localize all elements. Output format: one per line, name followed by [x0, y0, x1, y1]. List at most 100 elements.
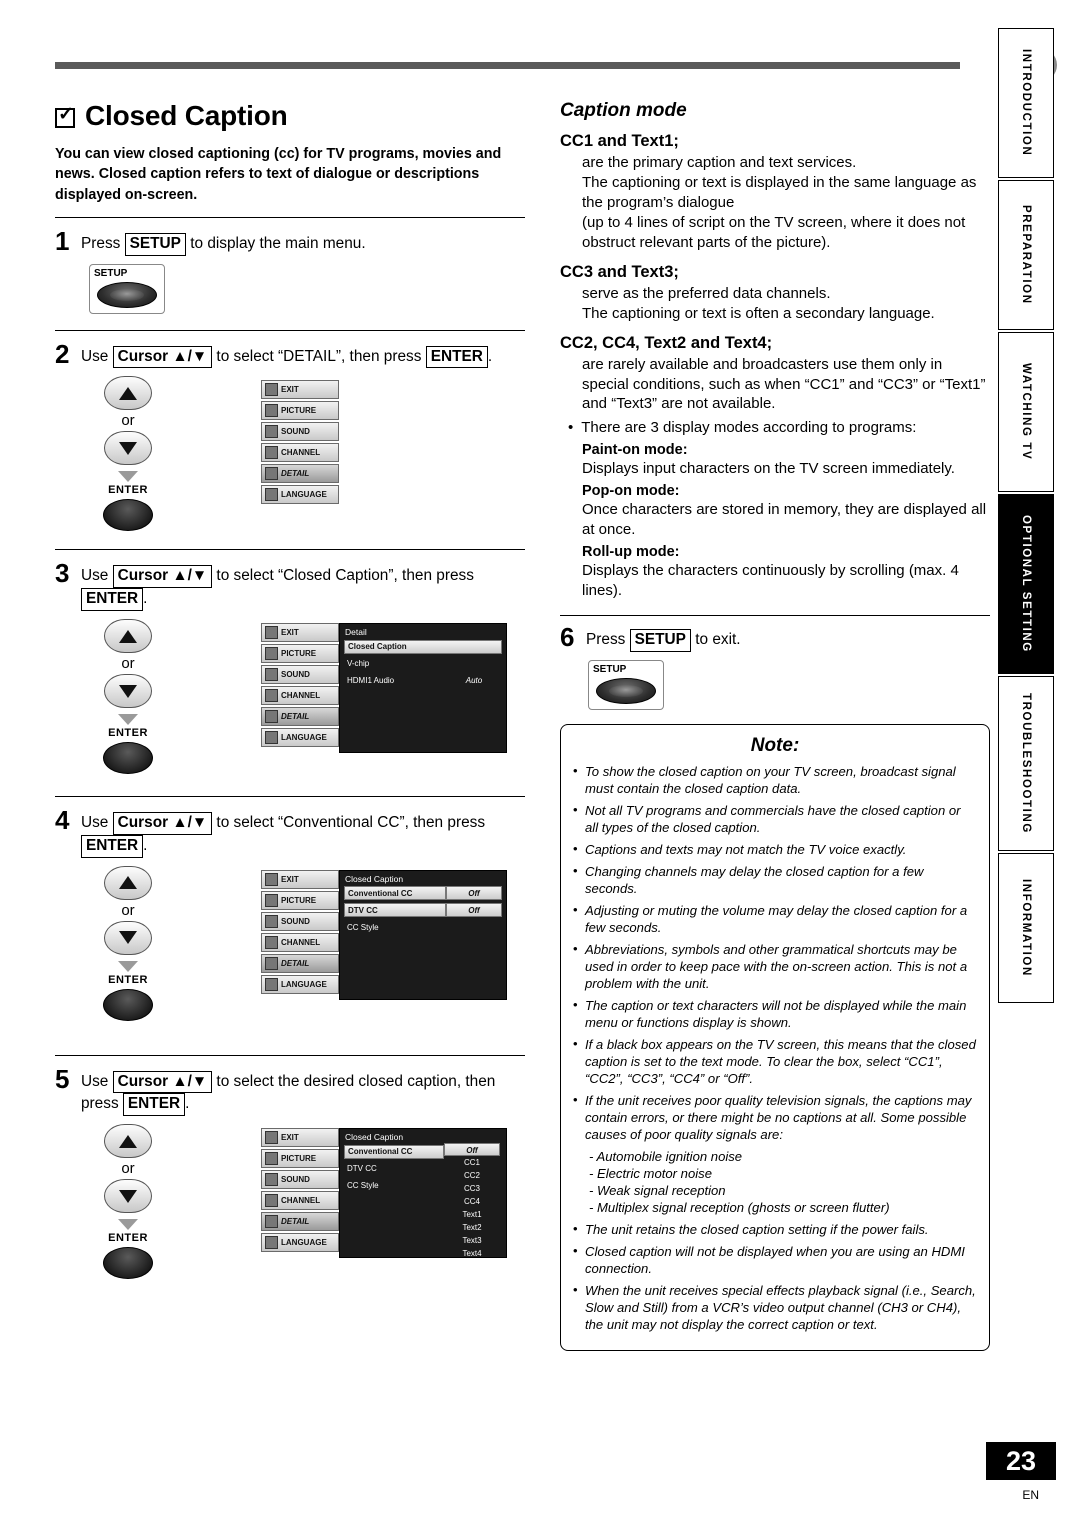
note-subitem: - Automobile ignition noise: [589, 1149, 743, 1165]
osd-option-cc4[interactable]: CC4: [444, 1195, 500, 1208]
sound-icon: [265, 1173, 278, 1187]
osd-panel-title: Closed Caption: [345, 1132, 404, 1143]
tab-preparation[interactable]: PREPARATION: [998, 180, 1054, 330]
osd-option-text3[interactable]: Text3: [444, 1234, 500, 1247]
detail-icon: [265, 1215, 278, 1229]
enter-button[interactable]: [103, 499, 153, 532]
osd-step4: EXIT PICTURE SOUND CHANNEL DETAIL LANGUA…: [261, 869, 507, 1021]
page-title: Closed Caption: [55, 100, 525, 132]
osd-row-dtv-cc[interactable]: DTV CC Off: [344, 903, 502, 918]
cursor-key-label: Cursor ▲/▼: [112, 565, 213, 589]
osd-menu-language[interactable]: LANGUAGE: [261, 1233, 339, 1253]
step-text-pre: Use: [81, 814, 113, 832]
osd-menu-picture[interactable]: PICTURE: [261, 401, 339, 421]
osd-row-vchip[interactable]: V-chip: [344, 656, 502, 671]
osd-menu-picture[interactable]: PICTURE: [261, 1149, 339, 1169]
osd-menu-exit[interactable]: EXIT: [261, 1128, 339, 1148]
cursor-cluster-step3: or ENTER: [91, 619, 165, 775]
setup-button-label: SETUP: [593, 663, 627, 675]
osd-menu-detail[interactable]: DETAIL: [261, 707, 339, 727]
tab-information[interactable]: INFORMATION: [998, 853, 1054, 1003]
osd-menu-sound[interactable]: SOUND: [261, 665, 339, 685]
osd-option-text4[interactable]: Text4: [444, 1247, 500, 1260]
enter-button[interactable]: [103, 1247, 153, 1280]
osd-menu-sound[interactable]: SOUND: [261, 1170, 339, 1190]
cursor-key-label: Cursor ▲/▼: [112, 812, 213, 835]
enter-button[interactable]: [103, 742, 153, 775]
cursor-up-button[interactable]: [104, 376, 152, 411]
osd-menu-exit[interactable]: EXIT: [261, 869, 339, 889]
tab-introduction[interactable]: INTRODUCTION: [998, 28, 1054, 178]
osd-option-cc2[interactable]: CC2: [444, 1169, 500, 1182]
note-subitem: - Multiplex signal reception (ghosts or …: [589, 1200, 890, 1216]
detail-icon: [265, 956, 278, 970]
osd-option-off[interactable]: Off: [444, 1143, 500, 1157]
arrow-down-icon: [118, 714, 138, 726]
setup-button-graphic: SETUP: [89, 263, 165, 314]
cursor-down-button[interactable]: [104, 1179, 152, 1214]
osd-menu-channel[interactable]: CHANNEL: [261, 932, 339, 952]
step-text-post: to exit.: [690, 631, 741, 648]
osd-menu-channel[interactable]: CHANNEL: [261, 1191, 339, 1211]
osd-menu-sound[interactable]: SOUND: [261, 422, 339, 442]
osd-menu-picture[interactable]: PICTURE: [261, 644, 339, 664]
manual-page: INTRODUCTION PREPARATION WATCHING TV OPT…: [0, 0, 1080, 1526]
osd-menu-language[interactable]: LANGUAGE: [261, 728, 339, 748]
tab-troubleshooting[interactable]: TROUBLESHOOTING: [998, 676, 1054, 851]
divider: [55, 796, 525, 798]
cursor-key-label: Cursor ▲/▼: [112, 1070, 213, 1094]
osd-menu-language[interactable]: LANGUAGE: [261, 974, 339, 994]
note-item: Adjusting or muting the volume may delay…: [573, 901, 977, 936]
cursor-up-button[interactable]: [104, 1124, 152, 1159]
tab-label: TROUBLESHOOTING: [1020, 693, 1032, 834]
osd-option-cc1[interactable]: CC1: [444, 1156, 500, 1169]
picture-icon: [265, 1152, 278, 1166]
osd-menu-channel[interactable]: CHANNEL: [261, 443, 339, 463]
osd-menu-channel[interactable]: CHANNEL: [261, 686, 339, 706]
step-number: 3: [55, 558, 70, 589]
osd-row-conventional-cc[interactable]: Conventional CC: [344, 1144, 444, 1159]
section-para: The captioning or text is often a second…: [582, 304, 935, 322]
osd-menu-sound[interactable]: SOUND: [261, 911, 339, 931]
enter-button[interactable]: [103, 988, 153, 1021]
osd-menu-detail[interactable]: DETAIL: [261, 953, 339, 973]
checkbox-icon: [55, 103, 75, 128]
cursor-up-button[interactable]: [104, 865, 152, 900]
tab-watching-tv[interactable]: WATCHING TV: [998, 332, 1054, 492]
step-3: 3 Use Cursor ▲/▼ to select “Closed Capti…: [55, 558, 525, 612]
tab-optional-setting[interactable]: OPTIONAL SETTING: [998, 494, 1054, 674]
osd-menu-picture[interactable]: PICTURE: [261, 890, 339, 910]
osd-panel-detail: Detail Closed Caption V-chip HDMI1 Audio…: [339, 623, 507, 754]
osd-row-cc-style[interactable]: CC Style: [344, 1178, 444, 1193]
osd-row-cc-style[interactable]: CC Style: [344, 920, 502, 935]
cursor-down-button[interactable]: [104, 674, 152, 709]
exit-icon: [265, 872, 278, 886]
osd-row-dtv-cc[interactable]: DTV CC: [344, 1161, 444, 1176]
osd-option-text1[interactable]: Text1: [444, 1208, 500, 1221]
note-item: The caption or text characters will not …: [573, 996, 977, 1031]
osd-option-text2[interactable]: Text2: [444, 1221, 500, 1234]
divider: [55, 1054, 525, 1056]
osd-row-label: DTV CC: [344, 903, 446, 918]
tab-label: OPTIONAL SETTING: [1020, 515, 1032, 653]
osd-menu-detail[interactable]: DETAIL: [261, 1212, 339, 1232]
osd-row-closed-caption[interactable]: Closed Caption: [344, 639, 502, 654]
cursor-up-button[interactable]: [104, 619, 152, 654]
tab-label: WATCHING TV: [1020, 363, 1032, 461]
cursor-down-button[interactable]: [104, 431, 152, 466]
cursor-down-button[interactable]: [104, 920, 152, 955]
channel-icon: [265, 446, 278, 460]
osd-row-hdmi1-audio[interactable]: HDMI1 Audio Auto: [344, 673, 502, 688]
step-number: 1: [55, 225, 70, 256]
osd-row-conventional-cc[interactable]: Conventional CC Off: [344, 886, 502, 901]
osd-menu-language[interactable]: LANGUAGE: [261, 485, 339, 505]
osd-menu-detail[interactable]: DETAIL: [261, 464, 339, 484]
osd-option-cc3[interactable]: CC3: [444, 1182, 500, 1195]
arrow-down-icon: [118, 960, 138, 972]
osd-menu-exit[interactable]: EXIT: [261, 380, 339, 400]
arrow-down-icon: [118, 471, 138, 483]
osd-menu-exit[interactable]: EXIT: [261, 623, 339, 643]
osd-menu-column: EXIT PICTURE SOUND CHANNEL DETAIL LANGUA…: [261, 869, 339, 1021]
note-item: Abbreviations, symbols and other grammat…: [573, 940, 977, 992]
step-number: 2: [55, 338, 70, 369]
